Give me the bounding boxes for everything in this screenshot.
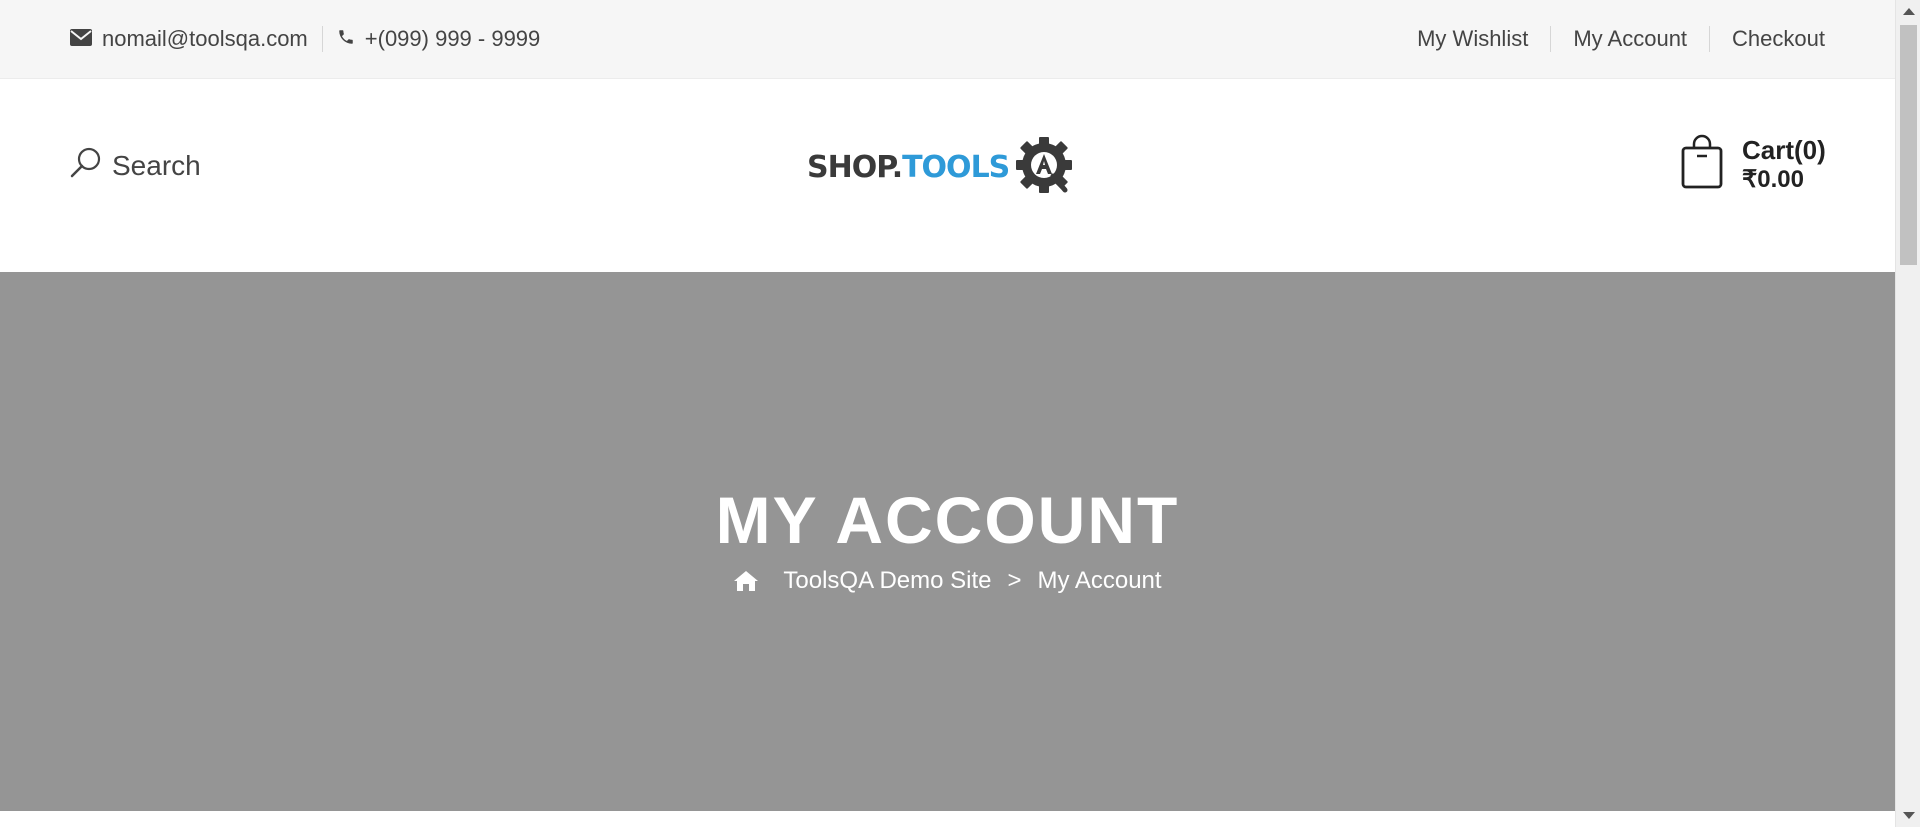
contact-phone: +(099) 999 - 9999	[337, 26, 541, 52]
search-button[interactable]: Search	[70, 146, 201, 185]
breadcrumb-home-link[interactable]: ToolsQA Demo Site	[783, 567, 991, 595]
scroll-down-arrow-icon[interactable]	[1903, 812, 1915, 819]
site-logo[interactable]: SHOP.TOOLS	[807, 134, 1079, 200]
envelope-icon	[70, 26, 92, 52]
my-wishlist-link[interactable]: My Wishlist	[1417, 26, 1528, 52]
page-title: MY ACCOUNT	[715, 483, 1180, 557]
top-links: My Wishlist My Account Checkout	[1417, 26, 1825, 52]
phone-text: +(099) 999 - 9999	[364, 26, 541, 51]
scrollbar-thumb[interactable]	[1900, 25, 1917, 265]
email-text: nomail@toolsqa.com	[102, 26, 308, 51]
home-icon[interactable]	[733, 569, 759, 593]
contact-email: nomail@toolsqa.com	[70, 26, 308, 52]
shopping-bag-icon	[1680, 134, 1724, 195]
cart-total: ₹0.00	[1742, 165, 1804, 193]
logo-wordmark: SHOP.TOOLS	[807, 149, 1010, 185]
contact-info: nomail@toolsqa.com +(099) 999 - 9999	[70, 26, 540, 52]
breadcrumb-current: My Account	[1037, 567, 1162, 594]
page-hero-banner: MY ACCOUNT ToolsQA Demo Site > My Accoun…	[0, 272, 1895, 811]
divider	[1550, 26, 1552, 52]
search-icon	[70, 146, 102, 185]
page: nomail@toolsqa.com +(099) 999 - 9999 My …	[0, 0, 1920, 827]
search-label: Search	[112, 149, 201, 181]
scroll-up-arrow-icon[interactable]	[1903, 8, 1915, 15]
logo-shop-text: SHOP.	[807, 149, 903, 185]
divider	[321, 26, 323, 52]
cart-summary: Cart(0) ₹0.00	[1742, 135, 1826, 195]
phone-icon	[337, 26, 355, 52]
my-account-link[interactable]: My Account	[1573, 26, 1687, 52]
site-header: Search SHOP.TOOLS Cart(0) ₹0.00	[0, 80, 1895, 272]
breadcrumb-separator: >	[1007, 567, 1022, 594]
top-bar: nomail@toolsqa.com +(099) 999 - 9999 My …	[0, 0, 1895, 79]
divider	[1709, 26, 1711, 52]
cart-button[interactable]: Cart(0) ₹0.00	[1680, 134, 1826, 195]
breadcrumb: ToolsQA Demo Site > My Account	[0, 567, 1895, 595]
content-area-top	[0, 811, 1895, 827]
checkout-link[interactable]: Checkout	[1732, 26, 1825, 52]
gear-icon	[1013, 134, 1079, 200]
vertical-scrollbar[interactable]	[1895, 0, 1920, 827]
cart-count-label: Cart(0)	[1742, 134, 1826, 165]
logo-tools-text: TOOLS	[902, 149, 1010, 185]
